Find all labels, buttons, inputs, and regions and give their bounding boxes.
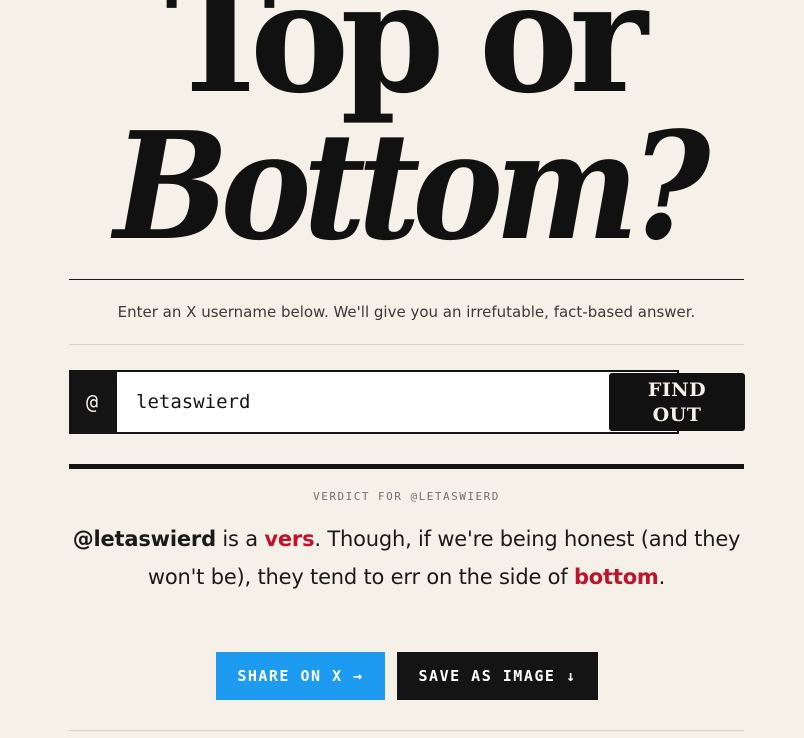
verdict-text: @letaswierd is a vers. Though, if we're … — [69, 520, 744, 596]
at-prefix: @ — [69, 370, 115, 434]
title-bottom: Bottom? — [113, 99, 711, 273]
divider-thin — [69, 344, 744, 345]
verdict-primary: vers — [264, 527, 315, 551]
verdict-secondary: bottom — [573, 565, 659, 589]
find-out-button[interactable]: FIND OUT — [609, 373, 745, 431]
share-on-x-button[interactable]: SHARE ON X → — [216, 652, 385, 700]
search-form: @ FIND OUT — [69, 370, 745, 434]
save-as-image-button[interactable]: SAVE AS IMAGE ↓ — [397, 652, 598, 700]
username-input[interactable] — [117, 372, 677, 432]
subtitle: Enter an X username below. We'll give yo… — [117, 303, 696, 321]
divider-top — [69, 279, 744, 280]
divider-bottom — [69, 730, 744, 731]
verdict-text-part: is a — [215, 527, 265, 551]
verdict-text-part: . — [658, 565, 666, 589]
username-input-wrapper — [115, 370, 679, 434]
divider-thick — [69, 464, 744, 469]
title-top-or: Top or — [164, 0, 648, 127]
verdict-label: VERDICT FOR @LETASWIERD — [313, 490, 500, 503]
verdict-handle: @letaswierd — [72, 527, 216, 551]
